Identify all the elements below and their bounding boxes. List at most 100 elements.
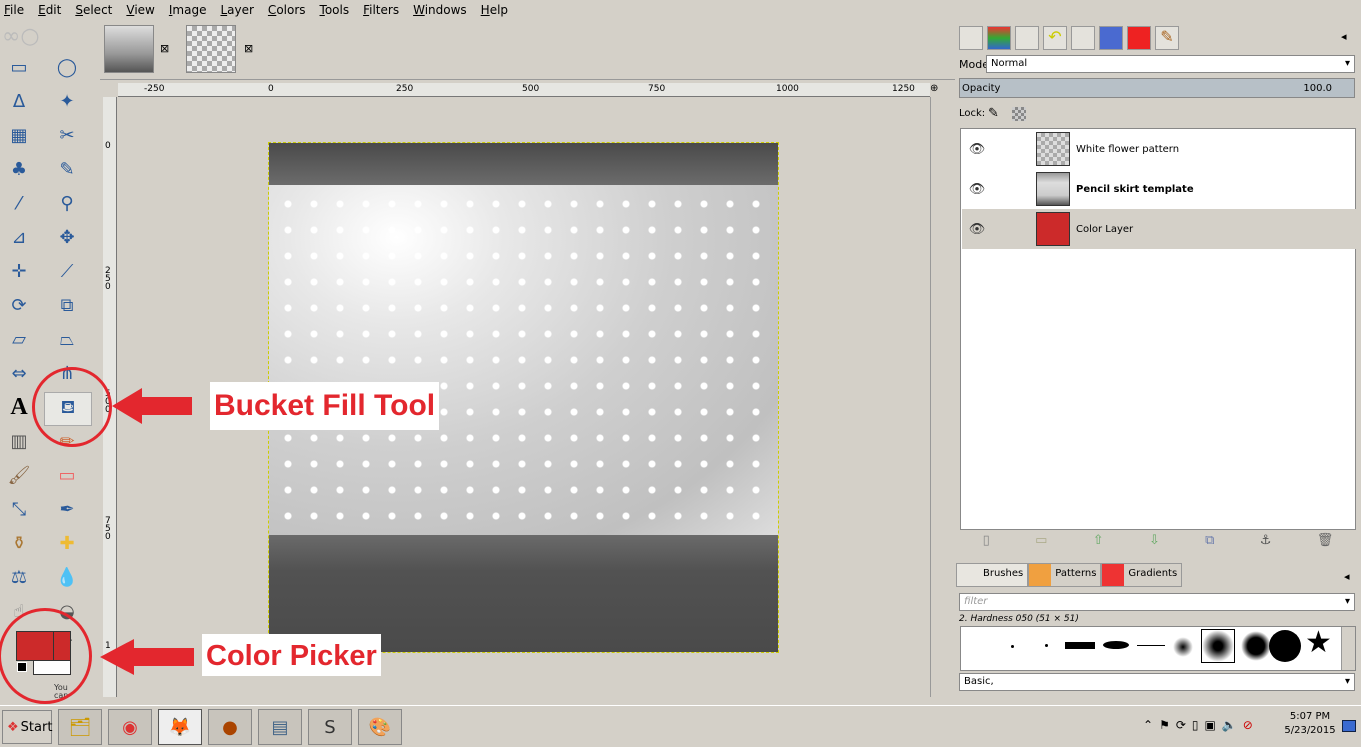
opacity-slider[interactable]: Opacity 100.0 [959,78,1355,98]
raise-layer-icon[interactable]: ⇧ [1093,533,1104,551]
lock-alpha-icon[interactable] [1012,107,1026,121]
help-tab-icon[interactable] [1099,26,1123,50]
rotate-icon[interactable]: ⟳ [4,290,34,320]
close-tab-icon[interactable]: ⊠ [160,42,169,55]
menu-windows[interactable]: Windows [413,3,467,17]
power-icon[interactable]: ▯ [1192,718,1199,732]
blur-icon[interactable]: 💧 [52,562,82,592]
tab-gradients[interactable]: Gradients [1101,563,1183,587]
steam-taskbar-icon[interactable]: S [308,709,352,745]
menu-layer[interactable]: Layer [220,3,253,17]
menu-tools[interactable]: Tools [320,3,350,17]
lower-layer-icon[interactable]: ⇩ [1149,533,1160,551]
clock[interactable]: 5:07 PM 5/23/2015 [1282,711,1338,736]
menu-help[interactable]: Help [481,3,508,17]
measure-icon[interactable]: ⊿ [4,222,34,252]
crop-icon[interactable]: ⟋ [52,256,82,286]
ink-icon[interactable]: ✒ [52,494,82,524]
tray-expand-icon[interactable]: ⌃ [1143,718,1153,732]
zoom-icon[interactable]: ⚲ [52,188,82,218]
move-icon[interactable]: ✥ [52,222,82,252]
menu-filters[interactable]: Filters [363,3,399,17]
new-layer-icon[interactable]: ▯ [983,533,990,551]
lock-pixels-icon[interactable]: ✎ [988,106,999,121]
brush-item-selected[interactable] [1201,629,1235,663]
star-brush-icon[interactable]: ★ [1305,625,1332,661]
paintbrush-icon[interactable]: 🖌 [4,460,34,490]
undo-tab-icon[interactable]: ↶ [1043,26,1067,50]
menu-select[interactable]: Select [75,3,112,17]
brush-item[interactable] [1241,631,1271,661]
dock-menu-icon[interactable]: ◂ [1341,30,1347,43]
menu-edit[interactable]: Edit [38,3,61,17]
sync-icon[interactable]: ⟳ [1176,718,1186,732]
brush-item[interactable] [1065,642,1095,649]
flag-icon[interactable]: ⚑ [1159,718,1170,732]
brush-item[interactable] [1137,645,1165,646]
layers-tab-icon[interactable] [959,26,983,50]
eraser-icon[interactable]: ▭ [52,460,82,490]
color-picker-tool-icon[interactable]: ⁄ [4,188,34,218]
tab-brushes[interactable]: Brushes [956,563,1029,587]
scale-icon[interactable]: ⧉ [52,290,82,320]
brushes-menu-icon[interactable]: ◂ [1344,570,1350,583]
brush-grid[interactable]: ★ [960,625,1356,671]
brush-item[interactable] [1045,644,1048,647]
ellipse-select-icon[interactable]: ◯ [52,52,82,82]
layer-row-selected[interactable]: 👁 Color Layer [962,209,1356,249]
channels-tab-icon[interactable] [987,26,1011,50]
heal-icon[interactable]: ✚ [52,528,82,558]
visibility-eye-icon[interactable]: 👁 [962,142,992,157]
image-thumbnail-pattern[interactable] [186,25,236,73]
select-by-color-icon[interactable]: ▦ [4,120,34,150]
fg-color[interactable] [16,631,54,661]
duplicate-layer-icon[interactable]: ⧉ [1205,533,1214,551]
device-tab-icon[interactable] [1071,26,1095,50]
tab-patterns[interactable]: Patterns [1028,563,1102,587]
flip-icon[interactable]: ⇔ [4,358,34,388]
close-tab-icon[interactable]: ⊠ [244,42,253,55]
brush-filter-input[interactable]: filter ▾ [959,593,1355,611]
files-taskbar-icon[interactable]: ▤ [258,709,302,745]
brush-tab-icon[interactable]: ✎ [1155,26,1179,50]
chrome-taskbar-icon[interactable]: ◉ [108,709,152,745]
brush-item[interactable] [1173,637,1193,657]
clone-icon[interactable]: ⚱ [4,528,34,558]
mute-icon[interactable]: ⊘ [1243,718,1253,732]
start-button[interactable]: ❖ Start [2,710,52,744]
menu-view[interactable]: View [126,3,154,17]
shear-icon[interactable]: ▱ [4,324,34,354]
menu-image[interactable]: Image [169,3,207,17]
visibility-eye-icon[interactable]: 👁 [962,222,992,237]
mode-select[interactable]: Normal ▾ [986,55,1355,73]
menu-file[interactable]: File [4,3,24,17]
menu-colors[interactable]: Colors [268,3,306,17]
brush-item[interactable] [1011,645,1014,648]
blend-icon[interactable]: ▥ [4,426,34,456]
paths-icon[interactable]: ✎ [52,154,82,184]
brush-item[interactable] [1269,630,1301,662]
volume-icon[interactable]: 🔈 [1222,718,1237,732]
rect-select-icon[interactable]: ▭ [4,52,34,82]
free-select-icon[interactable]: ᐃ [4,86,34,116]
show-desktop-icon[interactable] [1342,720,1356,732]
image-thumbnail-skirt[interactable] [104,25,154,73]
scissors-icon[interactable]: ✂ [52,120,82,150]
fuzzy-select-icon[interactable]: ✦ [52,86,82,116]
perspective-clone-icon[interactable]: ⚖ [4,562,34,592]
layer-row[interactable]: 👁 Pencil skirt template [962,169,1356,209]
airbrush-icon[interactable]: ⤡ [4,494,34,524]
app-taskbar-icon[interactable]: ● [208,709,252,745]
paint-taskbar-icon[interactable]: 🎨 [358,709,402,745]
brush-item[interactable] [1103,641,1129,649]
network-icon[interactable]: ▣ [1205,718,1216,732]
anchor-layer-icon[interactable]: ⚓ [1260,533,1272,551]
delete-layer-icon[interactable]: 🗑 [1317,533,1334,551]
brush-tag-input[interactable]: Basic, ▾ [959,673,1355,691]
foreground-select-icon[interactable]: ♣ [4,154,34,184]
paths-tab-icon[interactable] [1015,26,1039,50]
layer-row[interactable]: 👁 White flower pattern [962,129,1356,169]
visibility-eye-icon[interactable]: 👁 [962,182,992,197]
align-icon[interactable]: ✛ [4,256,34,286]
gimp-taskbar-icon[interactable]: 🦊 [158,709,202,745]
